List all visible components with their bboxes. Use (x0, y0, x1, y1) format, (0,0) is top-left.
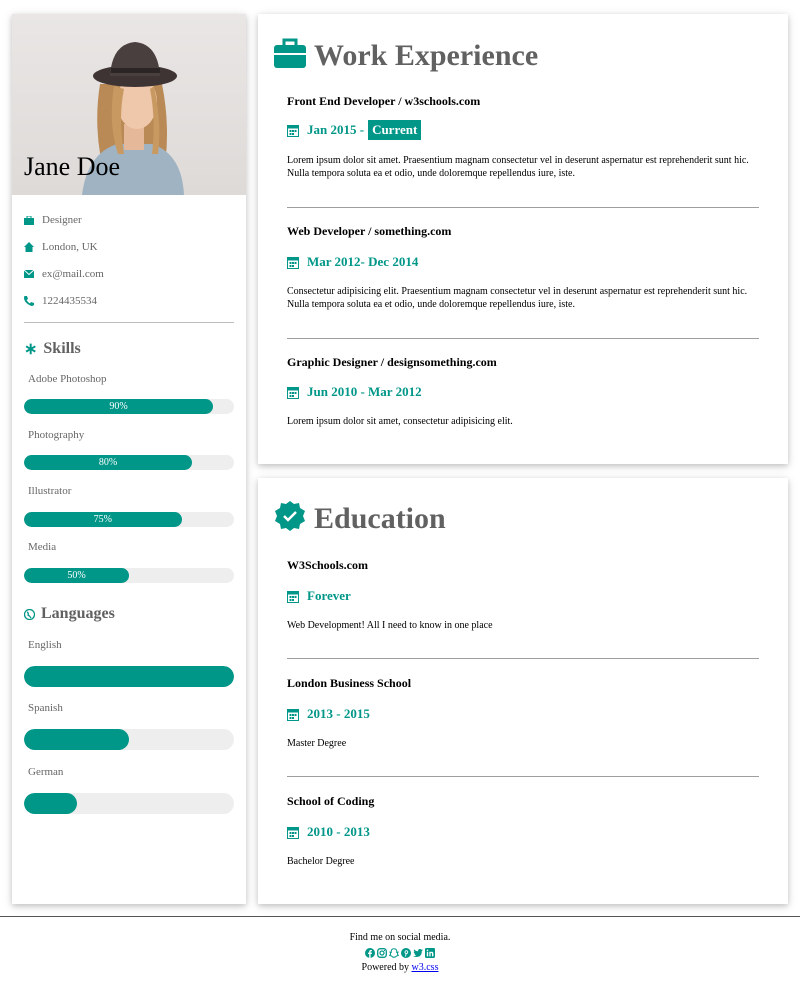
entry-date: Jan 2015 - Current (287, 120, 422, 140)
work-experience-card: Work Experience Front End Developer / w3… (258, 14, 788, 464)
footer: Find me on social media. Powered by w3.c… (0, 932, 800, 973)
instagram-icon[interactable] (377, 948, 387, 958)
calendar-icon (287, 386, 299, 399)
language-label: English (28, 639, 62, 651)
language-bar (24, 666, 234, 687)
skill-bar: 80% (24, 455, 234, 470)
entry-title: Graphic Designer / designsomething.com (287, 355, 497, 369)
entry-title: London Business School (287, 676, 412, 690)
skill-bar-fill: 50% (24, 568, 129, 583)
entry-description: Master Degree (287, 738, 347, 749)
entry-description: Consectetur adipisicing elit. Praesentiu… (287, 286, 748, 310)
info-email: ex@mail.com (24, 268, 104, 280)
skill-label: Adobe Photoshop (28, 373, 107, 385)
info-text: 1224435534 (42, 295, 97, 307)
education-title: Education (314, 501, 446, 535)
entry-title: Web Developer / something.com (287, 224, 452, 238)
skill-bar: 75% (24, 512, 234, 527)
pinterest-icon[interactable] (401, 948, 411, 958)
skill-label: Illustrator (28, 485, 72, 497)
calendar-icon (287, 256, 299, 269)
skill-bar-fill: 90% (24, 399, 213, 414)
info-text: London, UK (42, 241, 98, 253)
info-text: Designer (42, 214, 82, 226)
entry-title: School of Coding (287, 794, 375, 808)
divider (287, 207, 759, 208)
profile-photo: Jane Doe (12, 14, 246, 195)
skill-bar: 90% (24, 399, 234, 414)
calendar-icon (287, 590, 299, 603)
facebook-icon[interactable] (365, 948, 375, 958)
language-bar-fill (24, 793, 77, 814)
language-label: German (28, 766, 64, 778)
entry-description: Web Development! All I need to know in o… (287, 620, 493, 631)
profile-card: Jane Doe Designer London, UK ex@mail.com… (12, 14, 246, 904)
suitcase-icon (274, 38, 306, 73)
skills-heading: ∗ Skills (24, 340, 81, 358)
divider (287, 776, 759, 777)
language-bar (24, 729, 234, 750)
footer-divider (0, 916, 800, 917)
divider (24, 322, 234, 323)
languages-heading: Languages (24, 605, 115, 623)
info-phone: 1224435534 (24, 295, 97, 307)
entry-date: 2010 - 2013 (287, 824, 370, 840)
entry-date: Mar 2012- Dec 2014 (287, 254, 418, 270)
work-title: Work Experience (314, 38, 539, 72)
linkedin-icon[interactable] (425, 948, 435, 958)
entry-title: Front End Developer / w3schools.com (287, 94, 481, 108)
work-heading: Work Experience (274, 38, 538, 73)
entry-title: W3Schools.com (287, 558, 368, 572)
info-job: Designer (24, 214, 82, 226)
briefcase-icon (24, 215, 34, 225)
skill-bar-fill: 75% (24, 512, 182, 527)
asterisk-icon: ∗ (24, 341, 38, 358)
info-text: ex@mail.com (42, 268, 104, 280)
education-heading: Education (274, 500, 446, 537)
phone-icon (24, 296, 34, 306)
skill-label: Media (28, 541, 57, 553)
entry-description: Lorem ipsum dolor sit amet. Praesentium … (287, 155, 749, 179)
skill-bar: 50% (24, 568, 234, 583)
language-bar-fill (24, 729, 129, 750)
twitter-icon[interactable] (413, 948, 423, 958)
social-icons (0, 948, 800, 958)
divider (287, 658, 759, 659)
skill-bar-fill: 80% (24, 455, 192, 470)
globe-icon (24, 608, 35, 620)
calendar-icon (287, 708, 299, 721)
entry-description: Lorem ipsum dolor sit amet, consectetur … (287, 416, 513, 427)
skill-label: Photography (28, 429, 85, 441)
certificate-icon (274, 500, 306, 537)
language-bar-fill (24, 666, 234, 687)
entry-date: 2013 - 2015 (287, 706, 370, 722)
divider (287, 338, 759, 339)
home-icon (24, 242, 34, 252)
language-bar (24, 793, 234, 814)
education-card: Education W3Schools.com Forever Web Deve… (258, 478, 788, 904)
info-location: London, UK (24, 241, 98, 253)
current-badge: Current (368, 120, 422, 140)
w3css-link[interactable]: w3.css (412, 962, 439, 973)
language-label: Spanish (28, 702, 63, 714)
entry-date: Forever (287, 588, 351, 604)
entry-description: Bachelor Degree (287, 856, 355, 867)
profile-name: Jane Doe (24, 152, 121, 181)
entry-date: Jun 2010 - Mar 2012 (287, 384, 422, 400)
envelope-icon (24, 269, 34, 279)
powered-by: Powered by w3.css (361, 962, 439, 973)
snapchat-icon[interactable] (389, 948, 399, 958)
calendar-icon (287, 826, 299, 839)
footer-social-text: Find me on social media. (349, 932, 451, 943)
calendar-icon (287, 124, 299, 137)
